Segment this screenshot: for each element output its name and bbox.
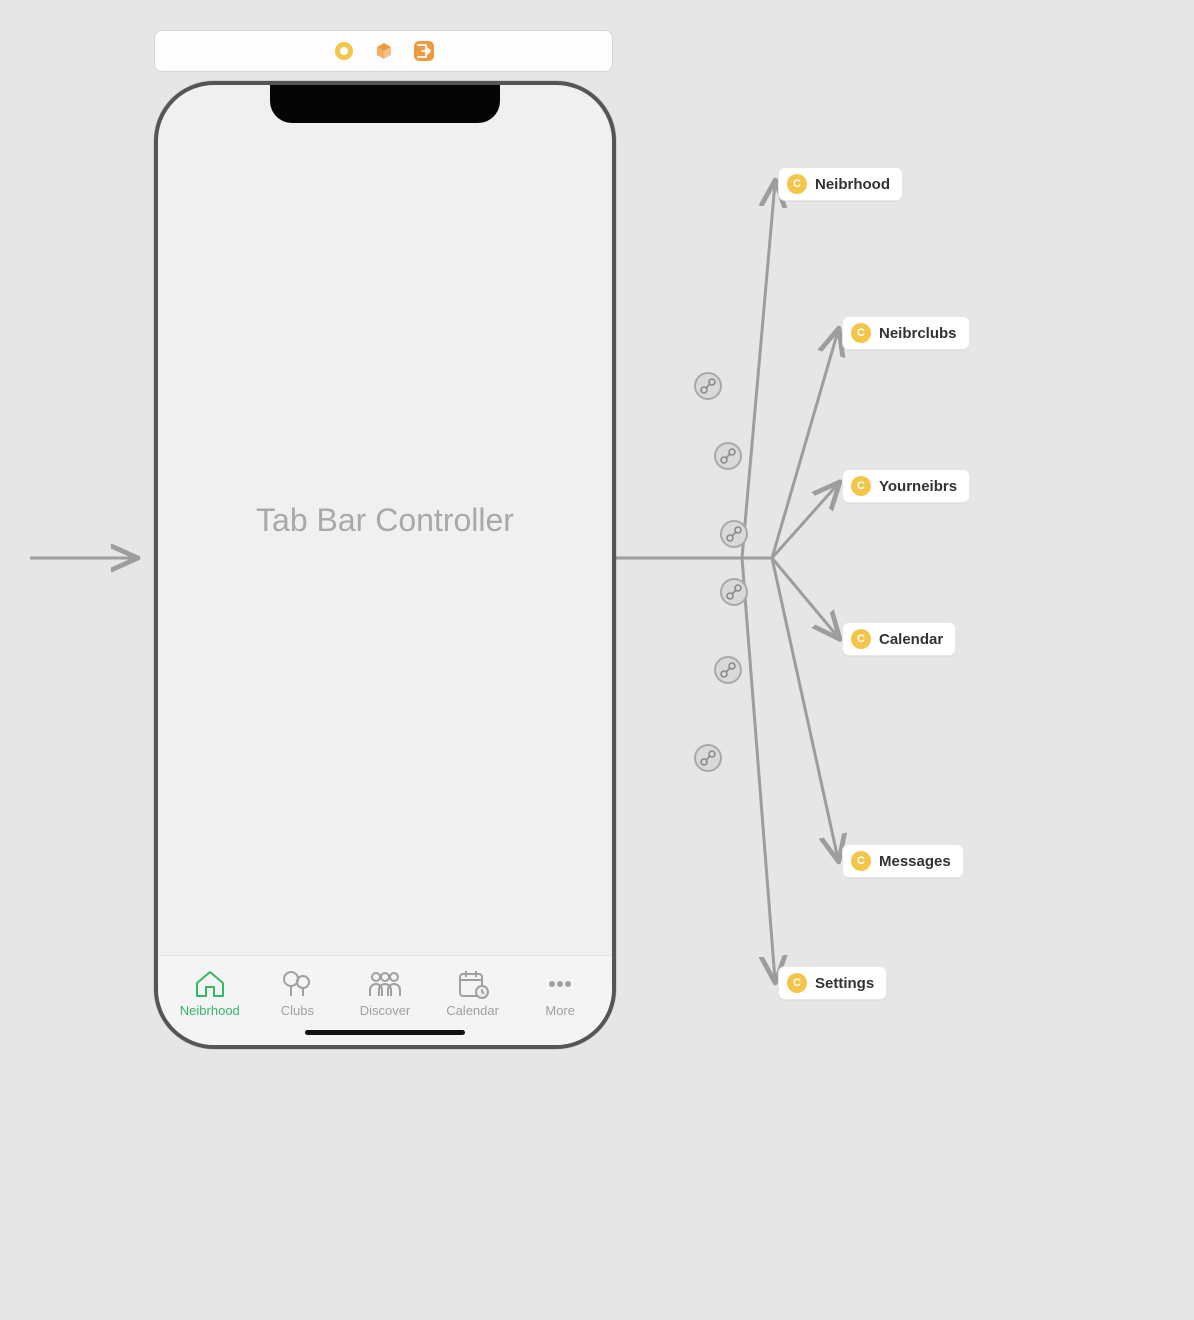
segue-exit-icon[interactable] [414, 41, 434, 61]
dest-yourneibrs[interactable]: C Yourneibrs [842, 469, 970, 503]
controller-dot-icon: C [851, 851, 871, 871]
node-label: Messages [879, 853, 951, 870]
node-label: Neibrhood [815, 176, 890, 193]
controller-circle-icon[interactable] [334, 41, 354, 61]
tab-clubs[interactable]: Clubs [257, 969, 337, 1018]
tab-label: Calendar [446, 1003, 499, 1018]
segue-marker [694, 372, 722, 400]
storyboard-canvas: Tab Bar Controller Neibrhood Clubs [0, 0, 1194, 1320]
scene-title: Tab Bar Controller [158, 85, 612, 955]
house-icon [193, 969, 227, 999]
node-label: Yourneibrs [879, 478, 957, 495]
controller-dot-icon: C [851, 323, 871, 343]
dest-messages[interactable]: C Messages [842, 844, 964, 878]
segue-marker [720, 578, 748, 606]
tab-label: Clubs [281, 1003, 314, 1018]
node-label: Settings [815, 975, 874, 992]
calendar-icon [456, 969, 490, 999]
dots-icon [543, 969, 577, 999]
dest-neibrhood[interactable]: C Neibrhood [778, 167, 903, 201]
node-label: Neibrclubs [879, 325, 957, 342]
tab-bar-controller-scene[interactable]: Tab Bar Controller Neibrhood Clubs [154, 81, 616, 1049]
dest-calendar[interactable]: C Calendar [842, 622, 956, 656]
tab-more[interactable]: More [520, 969, 600, 1018]
segue-marker [694, 744, 722, 772]
object-cube-icon[interactable] [374, 41, 394, 61]
segue-marker [714, 656, 742, 684]
dest-settings[interactable]: C Settings [778, 966, 887, 1000]
scene-toolbar[interactable] [154, 30, 613, 72]
home-indicator [305, 1030, 465, 1035]
node-label: Calendar [879, 631, 943, 648]
tab-label: Neibrhood [180, 1003, 240, 1018]
tab-calendar[interactable]: Calendar [433, 969, 513, 1018]
controller-dot-icon: C [851, 629, 871, 649]
tab-discover[interactable]: Discover [345, 969, 425, 1018]
tab-label: More [545, 1003, 575, 1018]
tab-label: Discover [360, 1003, 411, 1018]
dest-neibrclubs[interactable]: C Neibrclubs [842, 316, 970, 350]
segue-marker [714, 442, 742, 470]
controller-dot-icon: C [787, 973, 807, 993]
tree-icon [280, 969, 314, 999]
tab-neibrhood[interactable]: Neibrhood [170, 969, 250, 1018]
people-icon [368, 969, 402, 999]
scene-title-label: Tab Bar Controller [256, 502, 514, 539]
segue-marker [720, 520, 748, 548]
controller-dot-icon: C [787, 174, 807, 194]
controller-dot-icon: C [851, 476, 871, 496]
